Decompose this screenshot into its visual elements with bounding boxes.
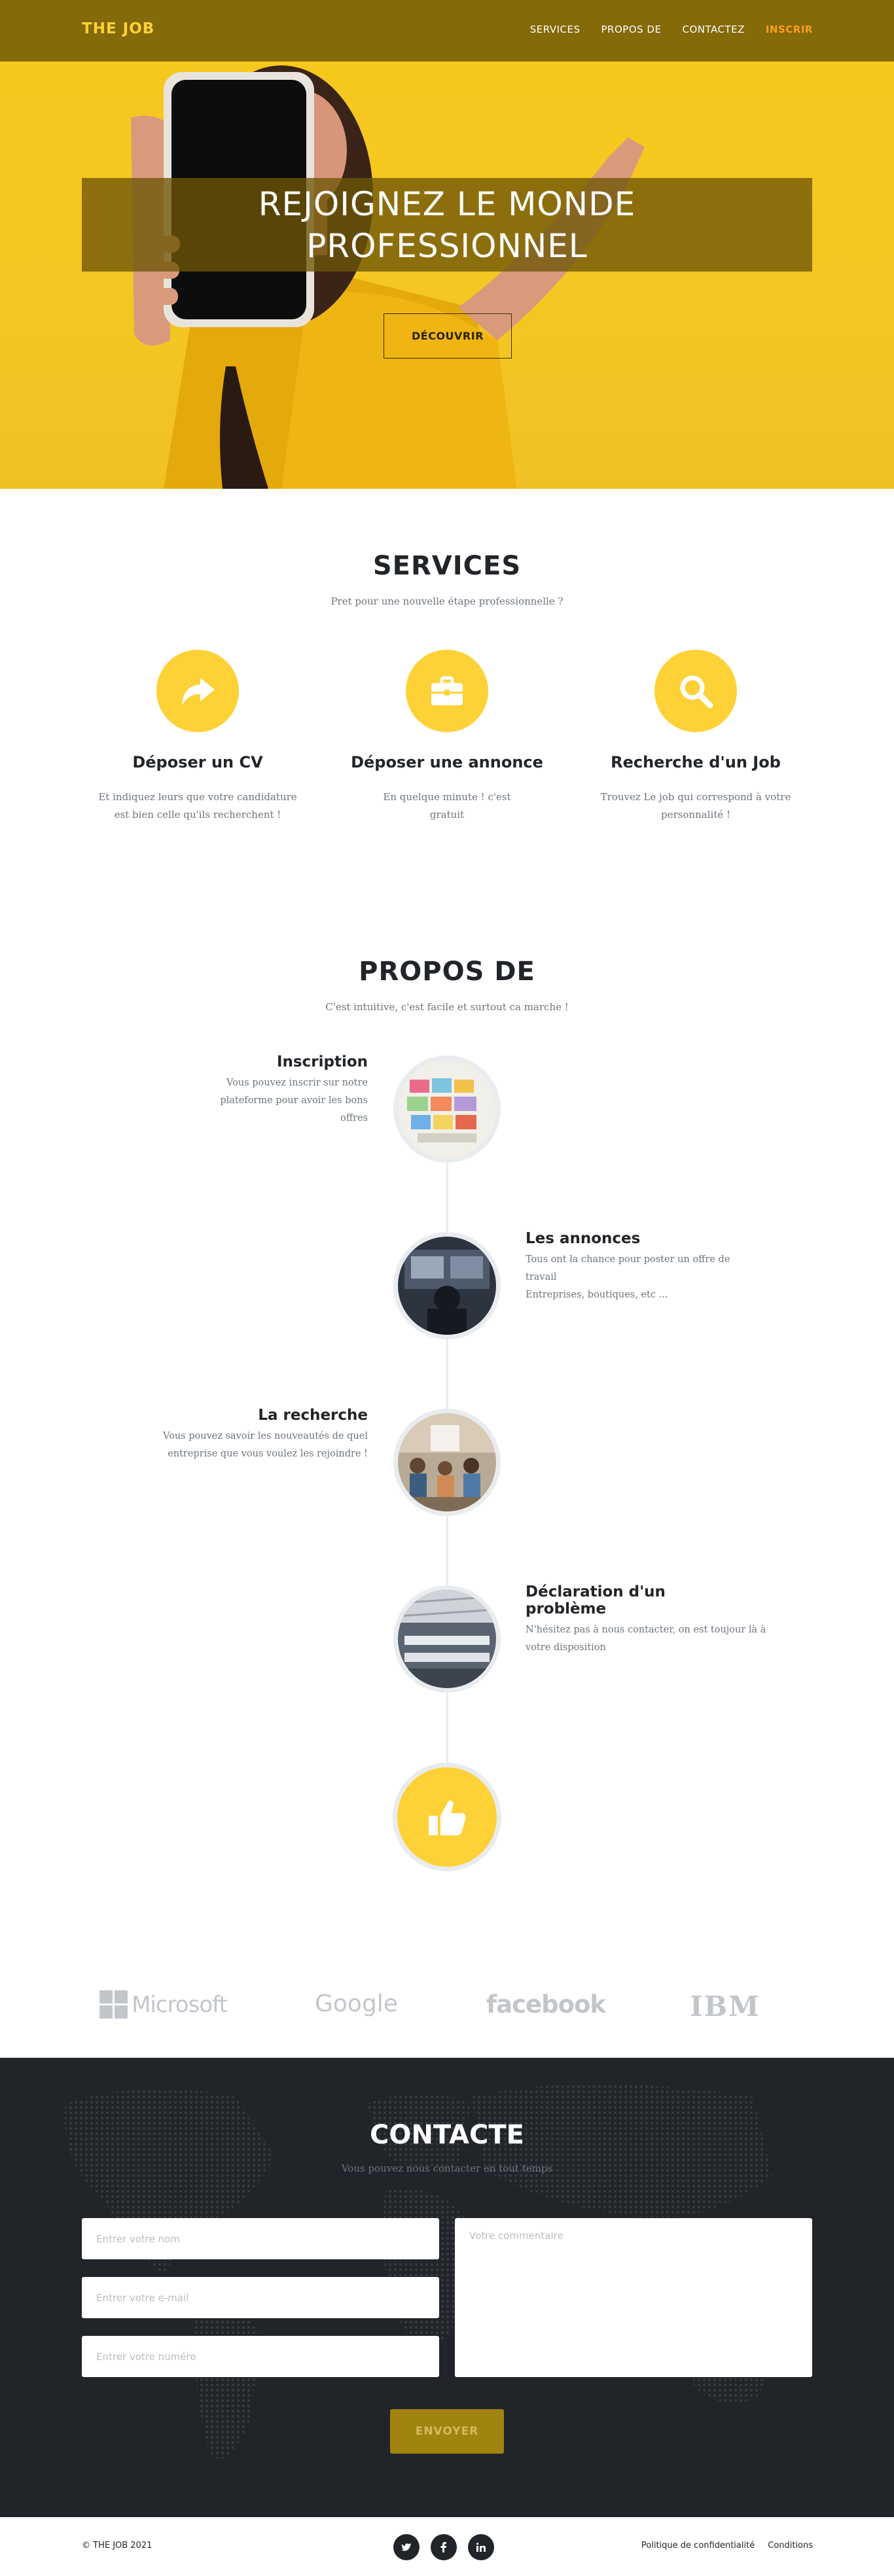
- nav-link-inscrir[interactable]: INSCRIR: [766, 24, 813, 35]
- service-text: Trouvez Le job qui correspond à votre pe…: [600, 791, 791, 820]
- timeline-image-recherche: [393, 1409, 501, 1516]
- conditions-link[interactable]: Conditions: [768, 2541, 813, 2550]
- timeline-desc: Tous ont la chance pour poster un offre …: [526, 1254, 730, 1282]
- timeline-title: La recherche: [258, 1407, 368, 1424]
- copyright: © THE JOB 2021: [82, 2541, 152, 2550]
- services-subtitle: Pret pour une nouvelle étape professionn…: [331, 595, 563, 607]
- contact-section: CONTACTE Vous pouvez nous contacter en t…: [0, 2058, 894, 2517]
- microsoft-logo-text: Microsoft: [132, 1992, 228, 2018]
- microsoft-logo[interactable]: Microsoft: [99, 1990, 228, 2019]
- timeline-desc: Vous pouvez inscrir sur notre plateforme…: [220, 1078, 368, 1123]
- client-logos: Microsoft Google facebook IBM: [0, 1963, 894, 2055]
- service-text: En quelque minute ! c'est gratuit: [383, 791, 511, 820]
- service-recherche: Recherche d'un Job Trouvez Le job qui co…: [584, 650, 807, 824]
- social-links: [393, 2534, 494, 2560]
- timeline-desc: N'hésitez pas à nous contacter, on est t…: [526, 1625, 766, 1653]
- search-icon: [654, 650, 737, 732]
- contact-title: CONTACTE: [370, 2120, 524, 2150]
- timeline-text-annonces: Les annonces Tous ont la chance pour pos…: [526, 1230, 742, 1304]
- about-subtitle: C'est intuitive, c'est facile et surtout…: [325, 1001, 569, 1013]
- brand-logo[interactable]: THE JOB: [82, 20, 154, 37]
- timeline-image-probleme: [393, 1585, 501, 1693]
- footer: © THE JOB 2021 Politique de confidential…: [0, 2517, 894, 2576]
- timeline-text-inscription: Inscription Vous pouvez inscrir sur notr…: [152, 1053, 368, 1127]
- service-title: Déposer un CV: [132, 753, 263, 771]
- send-button[interactable]: ENVOYER: [390, 2409, 504, 2454]
- thumbs-up-icon: [393, 1763, 501, 1871]
- nav-link-contactez[interactable]: CONTACTEZ: [682, 24, 744, 35]
- timeline-text-probleme: Déclaration d'un problème N'hésitez pas …: [526, 1583, 766, 1657]
- contact-subtitle: Vous pouvez nous contacter en tout temps: [341, 2162, 553, 2174]
- timeline-text-recherche: La recherche Vous pouvez savoir les nouv…: [152, 1407, 368, 1463]
- phone-input[interactable]: [82, 2336, 439, 2377]
- briefcase-icon: [406, 650, 488, 732]
- twitter-icon[interactable]: [393, 2534, 420, 2560]
- name-input[interactable]: [82, 2218, 439, 2259]
- timeline-desc-extra: Entreprises, boutiques, etc ...: [526, 1290, 668, 1300]
- share-arrow-icon: [156, 650, 239, 732]
- timeline-image-annonces: [393, 1232, 501, 1339]
- privacy-link[interactable]: Politique de confidentialité: [641, 2541, 755, 2550]
- timeline-title: Les annonces: [526, 1230, 641, 1247]
- discover-button[interactable]: DÉCOUVRIR: [384, 313, 512, 359]
- email-input[interactable]: [82, 2277, 439, 2318]
- google-logo[interactable]: Google: [315, 1990, 398, 2017]
- hero-title-banner: REJOIGNEZ LE MONDE PROFESSIONNEL: [82, 178, 812, 272]
- service-annonce: Déposer une annonce En quelque minute ! …: [336, 650, 558, 824]
- facebook-logo[interactable]: facebook: [486, 1990, 606, 2019]
- hero-section: REJOIGNEZ LE MONDE PROFESSIONNEL DÉCOUVR…: [0, 0, 894, 489]
- linkedin-icon[interactable]: [468, 2534, 494, 2560]
- service-title: Déposer une annonce: [351, 753, 543, 771]
- comment-textarea[interactable]: [455, 2218, 812, 2377]
- about-title: PROPOS DE: [359, 957, 535, 987]
- hero-title: REJOIGNEZ LE MONDE PROFESSIONNEL: [258, 185, 636, 265]
- timeline-image-inscription: [393, 1055, 501, 1163]
- service-cv: Déposer un CV Et indiquez leurs que votr…: [86, 650, 309, 824]
- timeline-title: Déclaration d'un problème: [526, 1583, 666, 1617]
- footer-links: Politique de confidentialité Conditions: [641, 2541, 813, 2550]
- nav-link-propos[interactable]: PROPOS DE: [601, 24, 662, 35]
- facebook-icon[interactable]: [431, 2534, 457, 2560]
- timeline-desc: Vous pouvez savoir les nouveautés de que…: [162, 1431, 368, 1459]
- service-text: Et indiquez leurs que votre candidature …: [98, 791, 297, 820]
- nav-link-services[interactable]: SERVICES: [530, 24, 581, 35]
- page: REJOIGNEZ LE MONDE PROFESSIONNEL DÉCOUVR…: [0, 0, 894, 2576]
- ibm-logo[interactable]: IBM: [690, 1990, 760, 2022]
- service-title: Recherche d'un Job: [611, 753, 781, 771]
- navbar: THE JOB SERVICES PROPOS DE CONTACTEZ INS…: [0, 0, 894, 62]
- timeline-title: Inscription: [277, 1053, 368, 1070]
- services-title: SERVICES: [372, 551, 522, 581]
- nav-links: SERVICES PROPOS DE CONTACTEZ INSCRIR: [530, 24, 813, 35]
